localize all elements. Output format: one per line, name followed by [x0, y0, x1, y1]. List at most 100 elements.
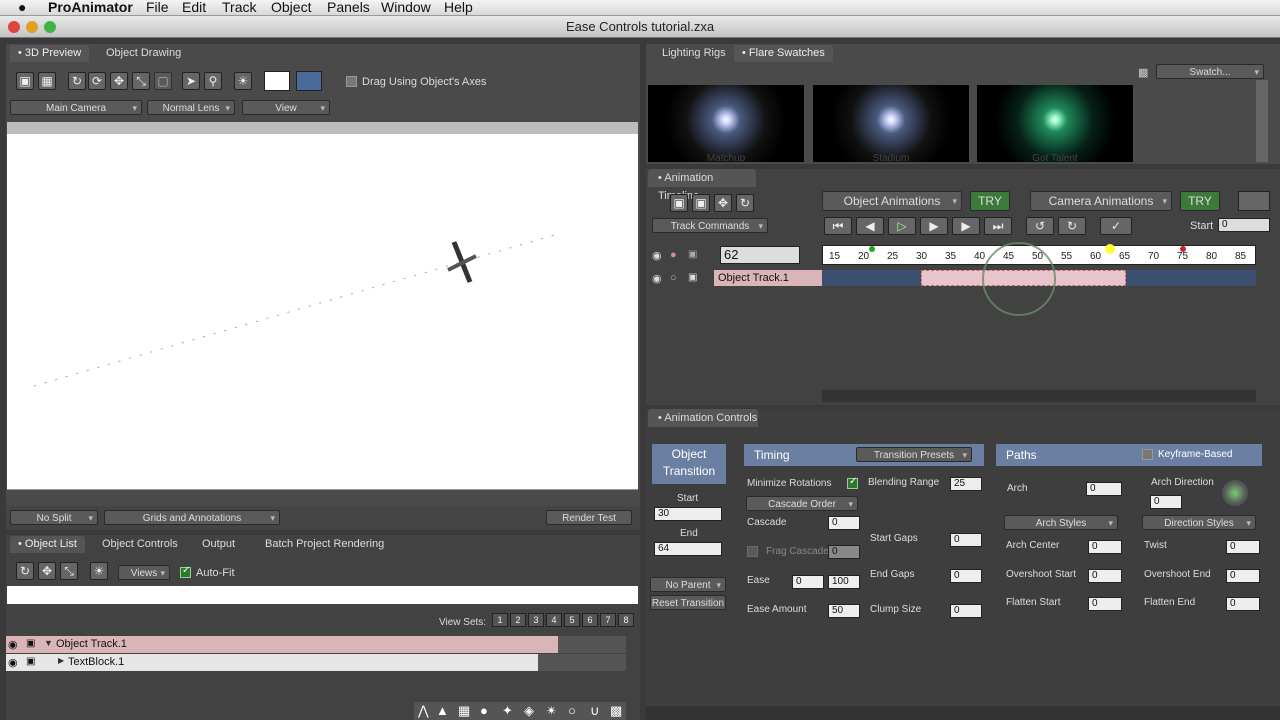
move-object-icon[interactable]: ✥	[38, 562, 56, 580]
fog-color-swatch[interactable]	[296, 71, 322, 91]
camera-animations-select[interactable]: Camera Animations	[1030, 191, 1172, 211]
trash-icon[interactable]: ▩	[610, 703, 622, 719]
playhead-marker[interactable]	[1105, 244, 1115, 254]
move-track-icon[interactable]: ✥	[714, 194, 732, 212]
3d-viewport[interactable]	[7, 134, 638, 490]
menu-track[interactable]: Track	[222, 0, 256, 15]
start-field[interactable]: 30	[654, 507, 722, 521]
controls-scrollbar[interactable]	[646, 706, 1280, 720]
track-name-label[interactable]: Object Track.1	[714, 270, 822, 286]
arch-field[interactable]: 0	[1086, 482, 1122, 496]
lighting-icon[interactable]: ☀	[234, 72, 252, 90]
arch-direction-dial[interactable]	[1222, 480, 1248, 506]
select-arrow-icon[interactable]: ➤	[182, 72, 200, 90]
union-icon[interactable]: ∪	[590, 703, 600, 719]
flatten-start-field[interactable]: 0	[1088, 597, 1122, 611]
timeline-scrollbar[interactable]	[822, 390, 1256, 402]
overflow-button[interactable]	[1238, 191, 1270, 211]
tab-object-controls[interactable]: Object Controls	[94, 536, 186, 553]
object-row[interactable]: ◉ ▣ ▼ Object Track.1	[6, 636, 626, 653]
group-icon[interactable]: ○	[568, 703, 576, 718]
tab-batch-rendering[interactable]: Batch Project Rendering	[257, 536, 392, 553]
grids-annotations-select[interactable]: Grids and Annotations	[104, 510, 280, 526]
orbit-tool-icon[interactable]: ⟳	[88, 72, 106, 90]
trash-icon[interactable]: ▩	[1138, 66, 1148, 79]
camera-select[interactable]: Main Camera	[10, 100, 142, 116]
background-color-swatch[interactable]	[264, 71, 290, 91]
flare-swatch-stadium[interactable]	[813, 85, 969, 162]
vector-icon[interactable]: ✴	[546, 703, 557, 719]
sphere-icon[interactable]: ●	[480, 703, 488, 718]
cascade-field[interactable]: 0	[828, 516, 860, 530]
end-field[interactable]: 64	[654, 542, 722, 556]
render-test-button[interactable]: Render Test	[546, 510, 632, 525]
scene-light-icon[interactable]: ☀	[90, 562, 108, 580]
tab-3d-preview[interactable]: • 3D Preview	[10, 45, 90, 62]
try-camera-animation-button[interactable]: TRY	[1180, 191, 1220, 211]
zoom-window-button[interactable]	[44, 21, 56, 33]
reset-transition-button[interactable]: Reset Transition	[650, 595, 726, 610]
flare-swatch-got-talent[interactable]	[977, 85, 1133, 162]
start-marker[interactable]	[869, 246, 875, 252]
view-set-6-button[interactable]: 6	[582, 613, 598, 627]
view-set-4-button[interactable]: 4	[546, 613, 562, 627]
record-icon[interactable]: ○	[670, 272, 677, 284]
clump-size-field[interactable]: 0	[950, 604, 982, 618]
zoom-magnifier-icon[interactable]: ⚲	[204, 72, 222, 90]
end-marker[interactable]	[1180, 246, 1186, 252]
ease-out-field[interactable]: 100	[828, 575, 860, 589]
keyframe-based-checkbox[interactable]	[1142, 449, 1153, 460]
end-gaps-field[interactable]: 0	[950, 569, 982, 583]
tab-output[interactable]: Output	[194, 536, 243, 553]
arch-styles-select[interactable]: Arch Styles	[1004, 515, 1118, 531]
visibility-eye-icon[interactable]: ◉	[8, 656, 18, 669]
menu-file[interactable]: File	[146, 0, 169, 15]
tab-flare-swatches[interactable]: • Flare Swatches	[734, 45, 833, 62]
particle-icon[interactable]: ✦	[502, 703, 513, 719]
add-track-icon[interactable]: ▣	[692, 194, 710, 212]
lock-icon[interactable]: ▣	[26, 638, 35, 649]
visibility-eye-icon[interactable]: ◉	[8, 638, 18, 651]
rotate-tool-icon[interactable]: ↻	[68, 72, 86, 90]
split-select[interactable]: No Split	[10, 510, 98, 526]
drag-axes-checkbox[interactable]	[346, 76, 357, 87]
views-select[interactable]: Views	[118, 565, 170, 581]
loop-range-icon[interactable]: ↻	[1058, 217, 1086, 235]
add-keyframe-icon[interactable]: ▣	[670, 194, 688, 212]
visibility-eye-icon[interactable]: ◉	[652, 272, 662, 285]
object-row-tools[interactable]	[558, 636, 626, 653]
view-set-1-button[interactable]: 1	[492, 613, 508, 627]
loop-icon[interactable]: ↺	[1026, 217, 1054, 235]
collapse-triangle-icon[interactable]: ▶	[58, 656, 64, 665]
overshoot-end-field[interactable]: 0	[1226, 569, 1260, 583]
ease-in-field[interactable]: 0	[792, 575, 824, 589]
play-reverse-icon[interactable]: ▷	[888, 217, 916, 235]
cascade-order-select[interactable]: Cascade Order	[746, 496, 858, 512]
menu-help[interactable]: Help	[444, 0, 473, 15]
lock-icon[interactable]: ▣	[688, 272, 697, 283]
scale-object-icon[interactable]: ⤡	[60, 562, 78, 580]
camera-tool-icon[interactable]: ▣	[16, 72, 34, 90]
menu-edit[interactable]: Edit	[182, 0, 206, 15]
menu-object[interactable]: Object	[271, 0, 311, 15]
view-set-8-button[interactable]: 8	[618, 613, 634, 627]
close-window-button[interactable]	[8, 21, 20, 33]
arch-center-field[interactable]: 0	[1088, 540, 1122, 554]
menu-panels[interactable]: Panels	[327, 0, 370, 15]
tab-object-drawing[interactable]: Object Drawing	[98, 45, 189, 62]
disabled-tool-icon[interactable]: ▢	[154, 72, 172, 90]
tab-object-list[interactable]: • Object List	[10, 536, 85, 553]
twist-field[interactable]: 0	[1226, 540, 1260, 554]
direction-styles-select[interactable]: Direction Styles	[1142, 515, 1256, 531]
arch-direction-field[interactable]: 0	[1150, 495, 1182, 509]
try-object-animation-button[interactable]: TRY	[970, 191, 1010, 211]
object-search-area[interactable]	[7, 586, 638, 604]
overshoot-start-field[interactable]: 0	[1088, 569, 1122, 583]
text-tool-icon[interactable]: ▦	[458, 703, 470, 719]
track-commands-select[interactable]: Track Commands	[652, 218, 768, 234]
step-forward-icon[interactable]: ▶	[952, 217, 980, 235]
go-to-end-icon[interactable]: ⏭	[984, 217, 1012, 235]
play-icon[interactable]: ▶	[920, 217, 948, 235]
expand-triangle-icon[interactable]: ▼	[44, 638, 53, 648]
record-icon[interactable]: ●	[670, 249, 677, 261]
